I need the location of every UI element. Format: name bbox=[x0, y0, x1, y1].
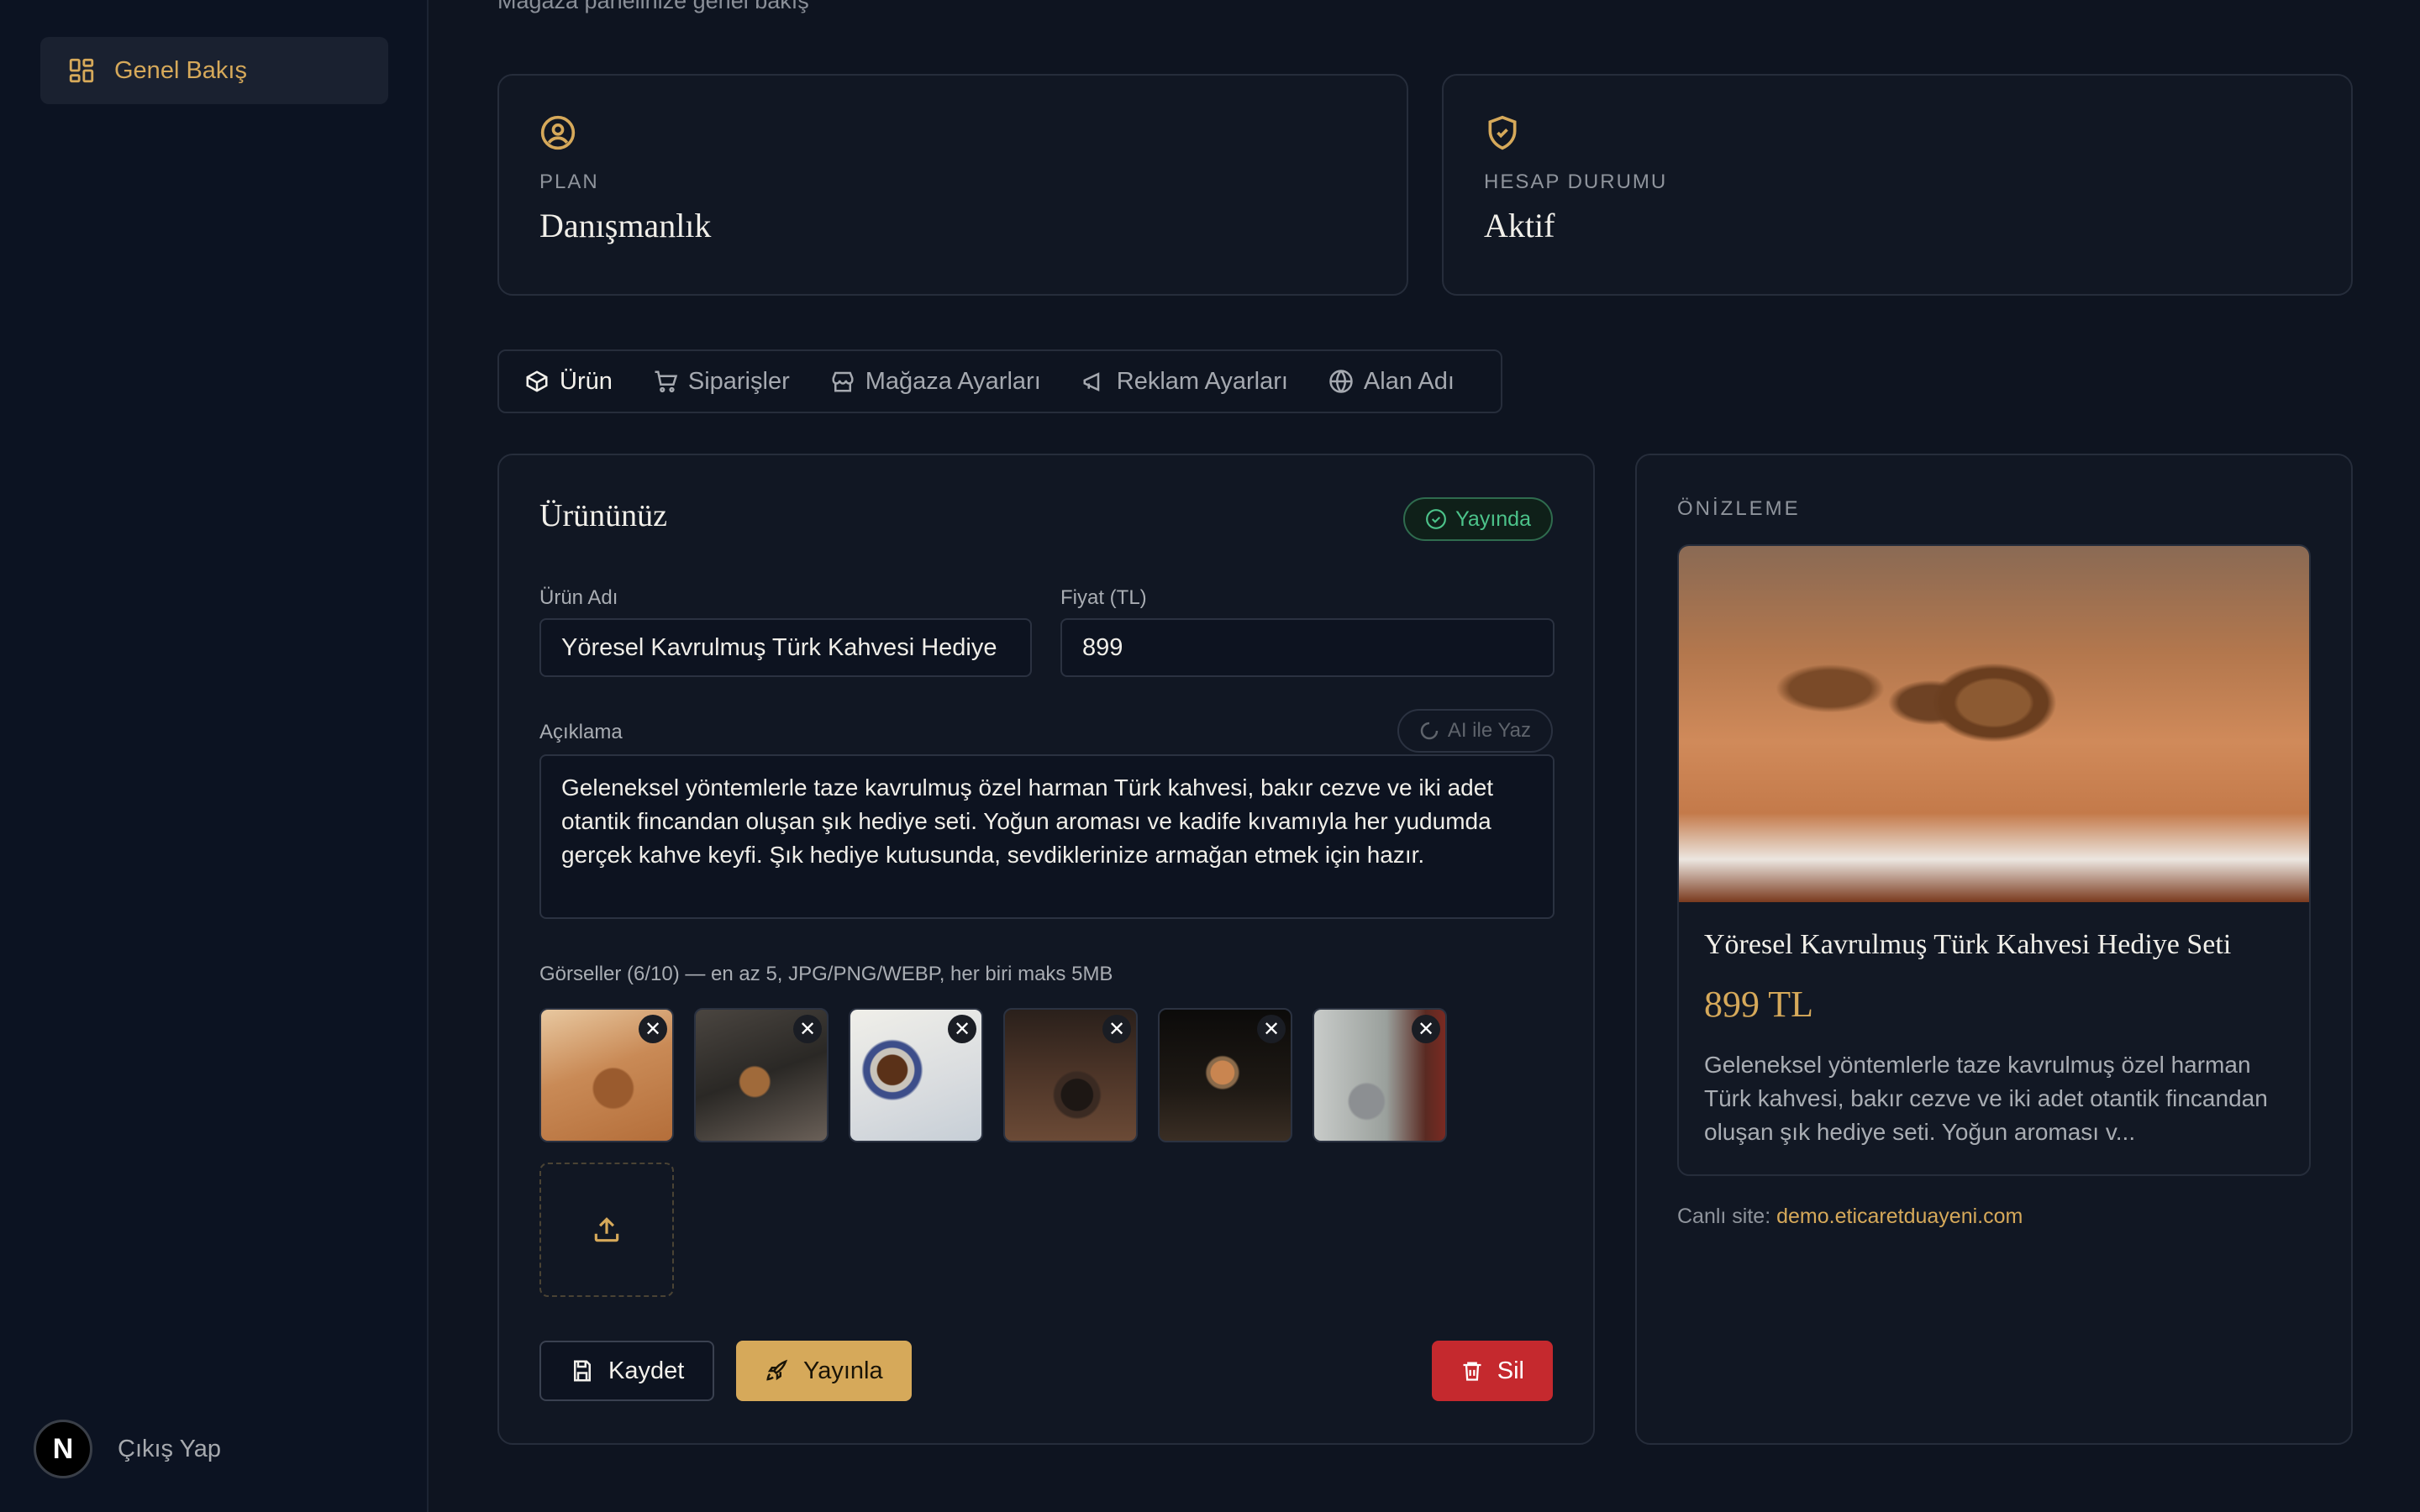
cart-icon bbox=[655, 370, 678, 393]
preview-product-description: Geleneksel yöntemlerle taze kavrulmuş öz… bbox=[1704, 1052, 2268, 1145]
status-badge: Yayında bbox=[1403, 497, 1553, 541]
megaphone-icon bbox=[1083, 372, 1100, 391]
box-icon bbox=[526, 370, 548, 392]
check-circle-icon bbox=[1426, 509, 1447, 529]
sidebar-item-overview[interactable]: Genel Bakış bbox=[40, 37, 388, 104]
tab-label: Mağaza Ayarları bbox=[865, 367, 1041, 395]
product-image-2: ✕ bbox=[694, 1008, 829, 1142]
tab-product[interactable]: Ürün bbox=[524, 368, 613, 396]
product-image-6: ✕ bbox=[1313, 1008, 1447, 1142]
tab-label: Ürün bbox=[560, 367, 613, 395]
description-textarea[interactable]: Geleneksel yöntemlerle taze kavrulmuş öz… bbox=[539, 754, 1555, 919]
main-content: Mağaza panelinize genel bakış PLAN Danış… bbox=[429, 0, 2420, 1512]
loading-spinner-icon bbox=[1420, 722, 1439, 740]
preview-product-title: Yöresel Kavrulmuş Türk Kahvesi Hediye Se… bbox=[1704, 929, 2232, 960]
product-name-label: Ürün Adı bbox=[539, 586, 618, 609]
product-form-card: Ürününüz Yayında Ürün Adı Yöresel Kavrul… bbox=[497, 454, 1595, 1445]
product-image-1: ✕ bbox=[539, 1008, 674, 1142]
remove-image-icon[interactable]: ✕ bbox=[1412, 1015, 1440, 1043]
status-label: HESAP DURUMU bbox=[1484, 171, 1668, 193]
shield-check-icon bbox=[1488, 115, 1517, 150]
tab-orders[interactable]: Siparişler bbox=[653, 368, 790, 396]
remove-image-icon[interactable]: ✕ bbox=[948, 1015, 976, 1043]
publish-label: Yayınla bbox=[803, 1357, 883, 1384]
logout-label: Çıkış Yap bbox=[118, 1435, 222, 1462]
page-subtitle: Mağaza panelinize genel bakış bbox=[497, 0, 809, 13]
images-label: Görseller (6/10) — en az 5, JPG/PNG/WEBP… bbox=[539, 963, 1113, 985]
store-icon bbox=[832, 371, 854, 392]
save-label: Kaydet bbox=[608, 1357, 685, 1384]
remove-image-icon[interactable]: ✕ bbox=[1102, 1015, 1131, 1043]
user-circle-icon bbox=[540, 115, 576, 150]
tab-label: Siparişler bbox=[687, 367, 790, 395]
sidebar-item-label: Genel Bakış bbox=[114, 56, 247, 84]
avatar: N bbox=[34, 1420, 92, 1478]
preview-product-image bbox=[1679, 546, 2309, 902]
price-label: Fiyat (TL) bbox=[1060, 586, 1147, 609]
floppy-disk-icon bbox=[574, 1360, 591, 1382]
remove-image-icon[interactable]: ✕ bbox=[793, 1015, 822, 1043]
preview-product-card: Yöresel Kavrulmuş Türk Kahvesi Hediye Se… bbox=[1677, 544, 2311, 1176]
plan-value: Danışmanlık bbox=[539, 207, 712, 244]
status-badge-label: Yayında bbox=[1455, 507, 1531, 531]
logout-button[interactable]: N Çıkış Yap bbox=[34, 1420, 221, 1478]
tab-store-settings[interactable]: Mağaza Ayarları bbox=[830, 368, 1041, 396]
rocket-icon bbox=[766, 1359, 788, 1381]
account-status-card: HESAP DURUMU Aktif bbox=[1442, 74, 2353, 296]
remove-image-icon[interactable]: ✕ bbox=[639, 1015, 667, 1043]
preview-card: ÖNİZLEME Yöresel Kavrulmuş Türk Kahvesi … bbox=[1635, 454, 2353, 1445]
publish-button[interactable]: Yayınla bbox=[736, 1341, 912, 1401]
sidebar: Genel Bakış N Çıkış Yap bbox=[0, 0, 429, 1512]
price-input[interactable]: 899 bbox=[1060, 618, 1555, 677]
form-title: Ürününüz bbox=[539, 498, 667, 533]
delete-label: Sil bbox=[1497, 1357, 1524, 1384]
live-site-row: Canlı site: demo.eticaretduayeni.com bbox=[1677, 1205, 2023, 1229]
ai-write-label: AI ile Yaz bbox=[1447, 719, 1531, 742]
description-label: Açıklama bbox=[539, 721, 623, 743]
upload-icon bbox=[594, 1217, 619, 1242]
tab-label: Reklam Ayarları bbox=[1116, 367, 1288, 395]
preview-heading: ÖNİZLEME bbox=[1677, 497, 1801, 520]
ai-write-button[interactable]: AI ile Yaz bbox=[1397, 709, 1553, 753]
globe-icon bbox=[1329, 370, 1353, 393]
trash-icon bbox=[1463, 1362, 1481, 1381]
tab-label: Alan Adı bbox=[1363, 367, 1455, 395]
image-upload-dropzone[interactable] bbox=[539, 1163, 674, 1297]
save-button[interactable]: Kaydet bbox=[539, 1341, 715, 1401]
live-site-label: Canlı site: bbox=[1677, 1205, 1771, 1228]
dashboard-grid-icon bbox=[69, 58, 94, 83]
tab-ad-settings[interactable]: Reklam Ayarları bbox=[1081, 368, 1288, 396]
delete-button[interactable]: Sil bbox=[1431, 1341, 1553, 1401]
product-image-3: ✕ bbox=[849, 1008, 983, 1142]
plan-card: PLAN Danışmanlık bbox=[497, 74, 1408, 296]
preview-product-price: 899 TL bbox=[1704, 984, 1813, 1025]
tab-domain[interactable]: Alan Adı bbox=[1328, 368, 1455, 396]
remove-image-icon[interactable]: ✕ bbox=[1257, 1015, 1286, 1043]
status-value: Aktif bbox=[1484, 207, 1555, 244]
live-site-link[interactable]: demo.eticaretduayeni.com bbox=[1776, 1205, 2023, 1228]
plan-label: PLAN bbox=[539, 171, 599, 193]
product-name-input[interactable]: Yöresel Kavrulmuş Türk Kahvesi Hediye bbox=[539, 618, 1032, 677]
product-image-4: ✕ bbox=[1003, 1008, 1138, 1142]
tab-bar: Ürün Siparişler Mağaza Ayarları Reklam A… bbox=[497, 349, 1502, 413]
product-image-5: ✕ bbox=[1158, 1008, 1292, 1142]
